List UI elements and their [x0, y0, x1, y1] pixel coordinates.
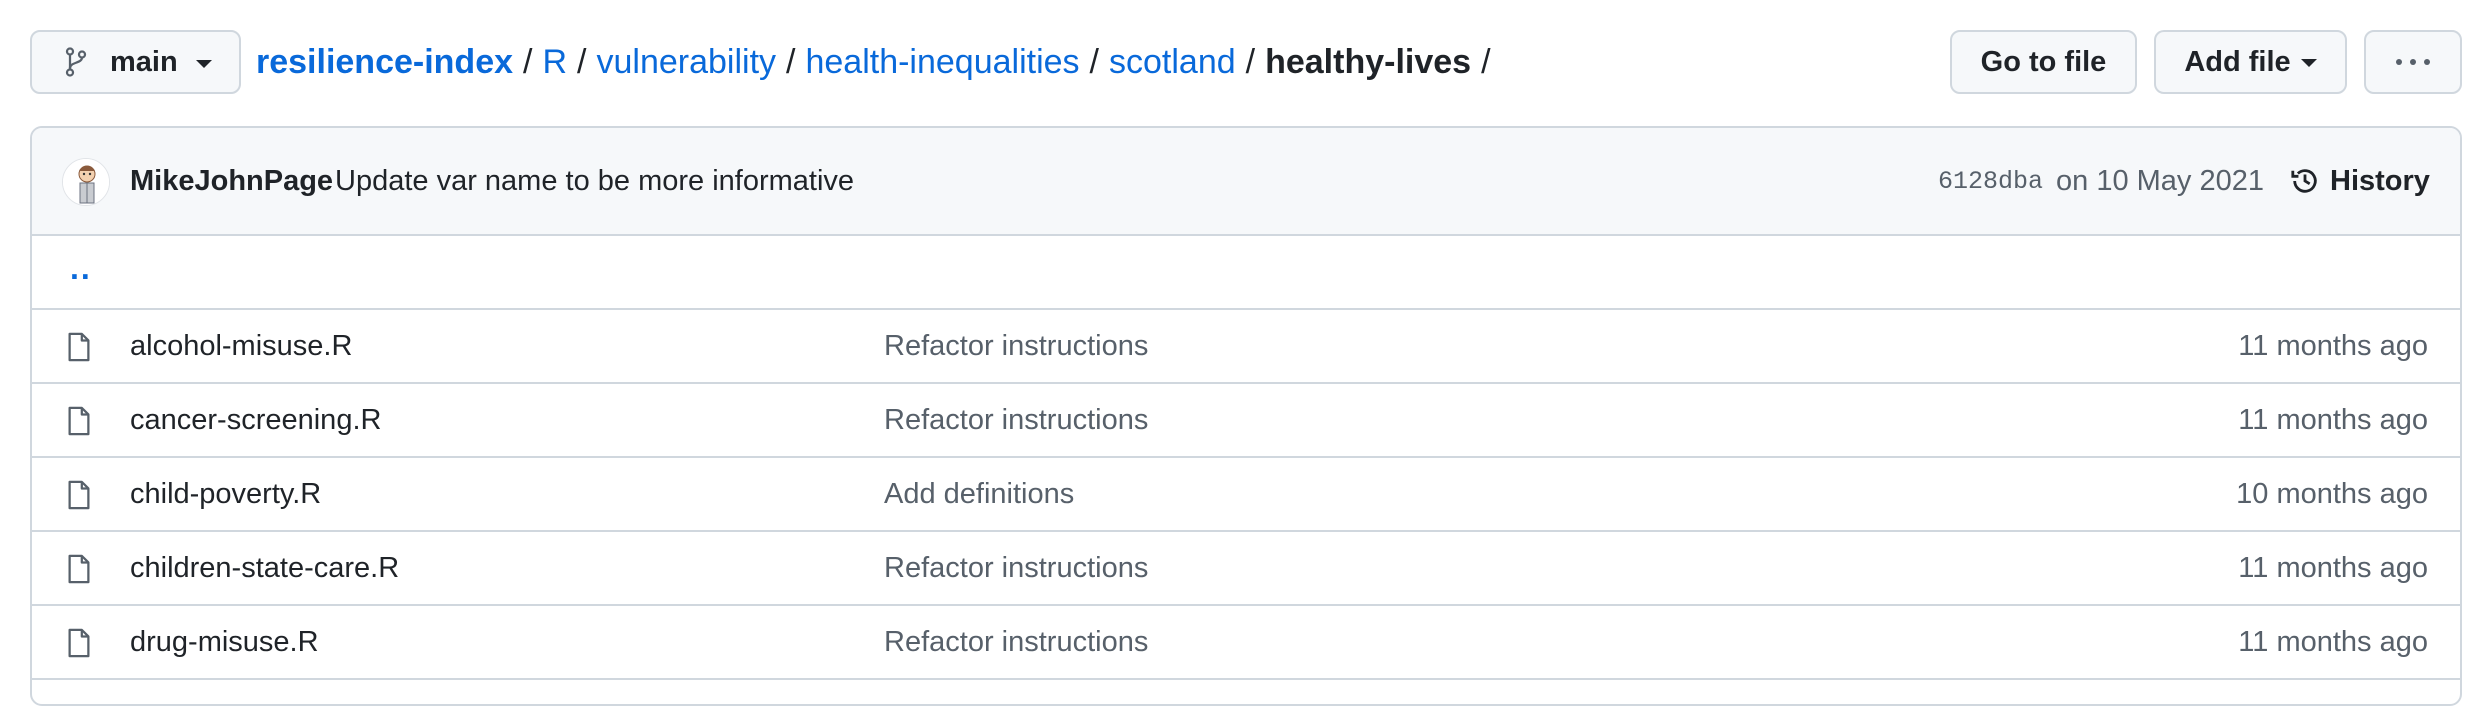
- file-icon: [66, 406, 92, 436]
- chevron-down-icon: [2300, 59, 2317, 67]
- file-name-link[interactable]: child-poverty.R: [130, 478, 321, 511]
- file-row[interactable]: children-state-care.R Refactor instructi…: [32, 532, 2460, 606]
- add-file-button[interactable]: Add file: [2154, 30, 2347, 94]
- history-icon: [2291, 169, 2317, 193]
- git-branch-icon: [64, 47, 88, 77]
- commit-message-link[interactable]: Update var name to be more informative: [335, 165, 854, 198]
- file-listing: MikeJohnPage Update var name to be more …: [30, 126, 2462, 706]
- breadcrumb-link-vulnerability[interactable]: vulnerability: [596, 43, 776, 82]
- breadcrumb-link-health-inequalities[interactable]: health-inequalities: [805, 43, 1079, 82]
- parent-directory-link[interactable]: ..: [70, 250, 92, 287]
- file-row[interactable]: drug-misuse.R Refactor instructions 11 m…: [32, 606, 2460, 680]
- file-commit-message-link[interactable]: Refactor instructions: [884, 626, 1148, 659]
- file-last-modified: 11 months ago: [2238, 329, 2428, 362]
- history-link[interactable]: History: [2290, 165, 2430, 198]
- file-commit-message-link[interactable]: Refactor instructions: [884, 404, 1148, 437]
- file-commit-message-link[interactable]: Refactor instructions: [884, 330, 1148, 363]
- breadcrumb-separator: /: [1089, 42, 1099, 81]
- breadcrumb-separator: /: [1481, 42, 1491, 81]
- breadcrumb: resilience-index / R / vulnerability / h…: [256, 30, 1501, 94]
- file-icon: [66, 554, 92, 584]
- kebab-horizontal-icon: [2396, 59, 2430, 65]
- breadcrumb-separator: /: [786, 42, 796, 81]
- file-icon: [66, 628, 92, 658]
- latest-commit-bar: MikeJohnPage Update var name to be more …: [32, 128, 2460, 236]
- file-row[interactable]: child-poverty.R Add definitions 10 month…: [32, 458, 2460, 532]
- branch-selector-button[interactable]: main: [30, 30, 241, 94]
- branch-name: main: [110, 45, 178, 78]
- breadcrumb-current-folder: healthy-lives: [1265, 42, 1472, 81]
- breadcrumb-link-r[interactable]: R: [542, 43, 567, 82]
- file-row[interactable]: cancer-screening.R Refactor instructions…: [32, 384, 2460, 458]
- breadcrumb-link-scotland[interactable]: scotland: [1109, 43, 1236, 82]
- commit-sha-link[interactable]: 6128dba: [1938, 167, 2043, 196]
- breadcrumb-separator: /: [577, 42, 587, 81]
- file-last-modified: 11 months ago: [2238, 403, 2428, 436]
- breadcrumb-repo-link[interactable]: resilience-index: [256, 43, 513, 82]
- file-last-modified: 11 months ago: [2238, 551, 2428, 584]
- file-commit-message-link[interactable]: Refactor instructions: [884, 552, 1148, 585]
- repo-toolbar: main resilience-index / R / vulnerabilit…: [30, 30, 2462, 94]
- file-name-link[interactable]: drug-misuse.R: [130, 626, 319, 659]
- commit-date: on 10 May 2021: [2056, 164, 2264, 197]
- more-options-button[interactable]: [2364, 30, 2462, 94]
- breadcrumb-separator: /: [1245, 42, 1256, 81]
- file-name-link[interactable]: cancer-screening.R: [130, 404, 381, 437]
- parent-directory-row[interactable]: ..: [32, 236, 2460, 310]
- file-last-modified: 11 months ago: [2238, 625, 2428, 658]
- add-file-label: Add file: [2184, 45, 2291, 78]
- chevron-down-icon: [195, 60, 212, 68]
- commit-author-link[interactable]: MikeJohnPage: [130, 165, 333, 198]
- history-label: History: [2330, 164, 2430, 197]
- file-icon: [66, 480, 92, 510]
- file-commit-message-link[interactable]: Add definitions: [884, 478, 1074, 511]
- file-name-link[interactable]: alcohol-misuse.R: [130, 330, 352, 363]
- breadcrumb-separator: /: [523, 42, 533, 81]
- file-name-link[interactable]: children-state-care.R: [130, 552, 399, 585]
- file-last-modified: 10 months ago: [2236, 477, 2428, 510]
- file-icon: [66, 332, 92, 362]
- go-to-file-label: Go to file: [1980, 45, 2107, 78]
- file-row[interactable]: alcohol-misuse.R Refactor instructions 1…: [32, 310, 2460, 384]
- avatar[interactable]: [62, 158, 110, 206]
- go-to-file-button[interactable]: Go to file: [1950, 30, 2137, 94]
